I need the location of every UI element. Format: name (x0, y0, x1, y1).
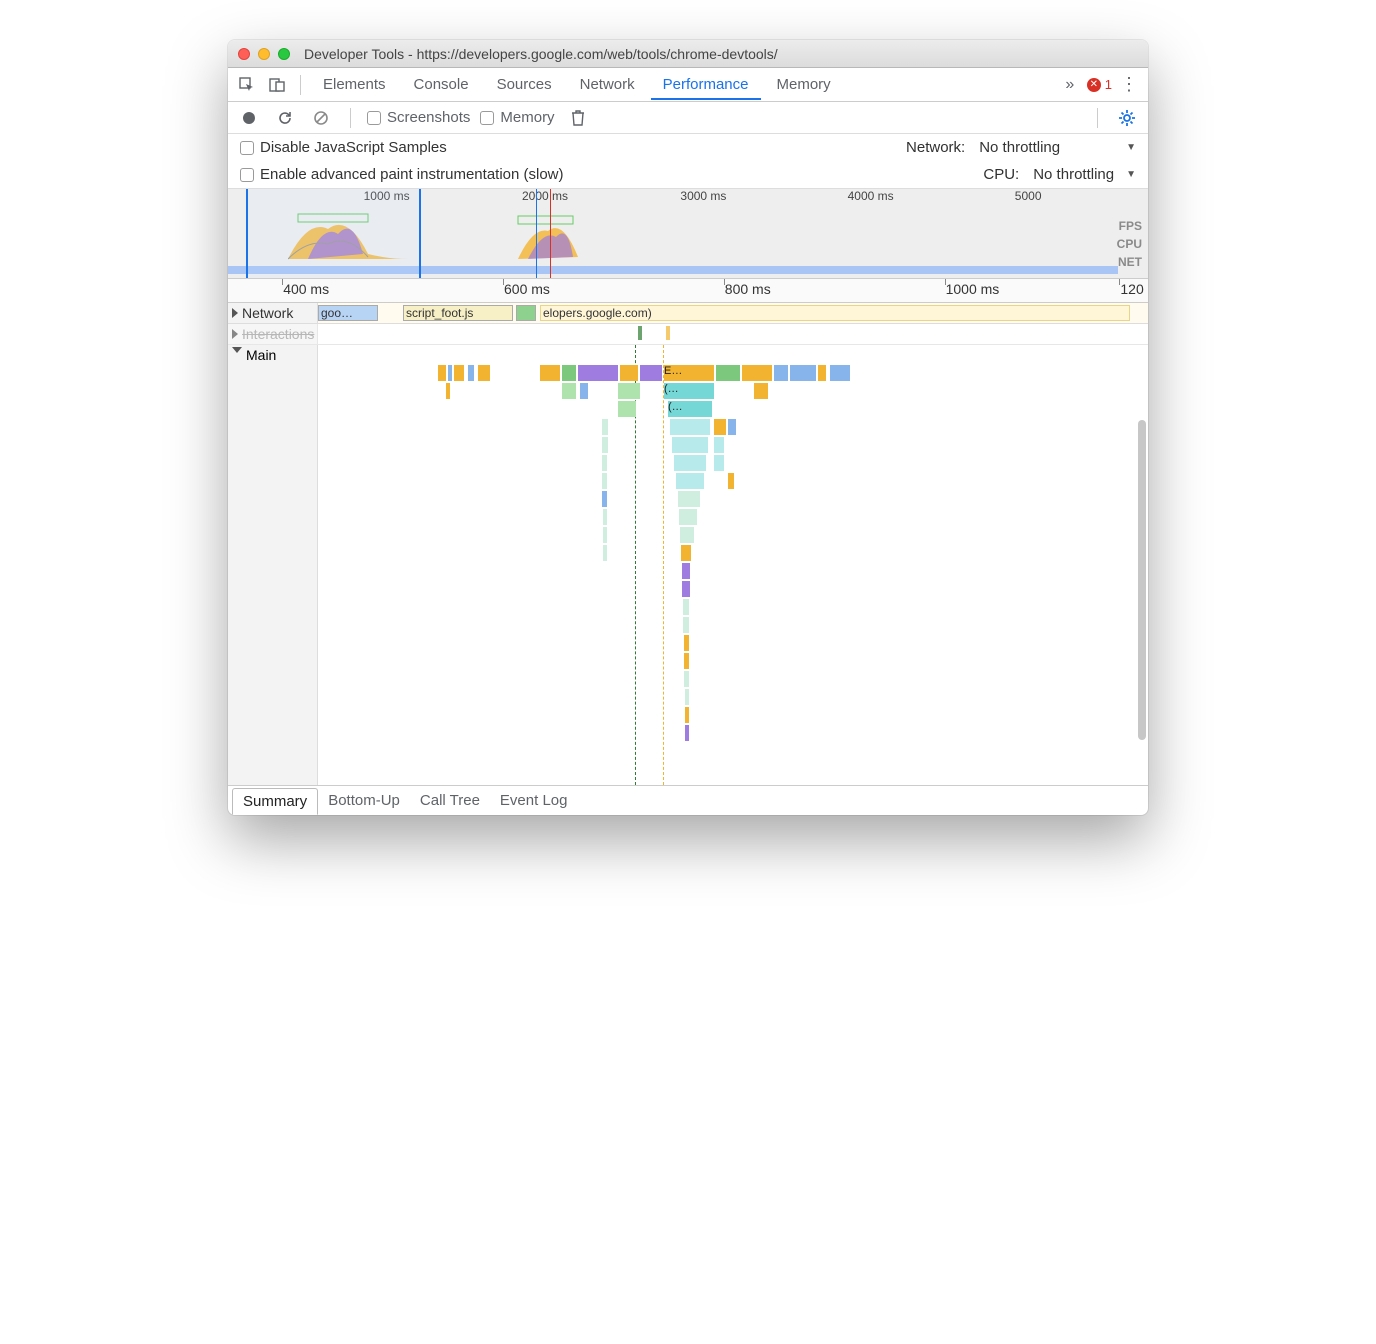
ruler-tick: 800 ms (725, 281, 771, 297)
devtools-window: Developer Tools - https://developers.goo… (228, 40, 1148, 815)
cpu-label: CPU: (983, 166, 1019, 183)
chevron-down-icon: ▼ (1126, 169, 1136, 180)
interaction-marker (666, 326, 670, 340)
bottom-tab-calltree[interactable]: Call Tree (410, 788, 490, 813)
network-item[interactable]: goo… (318, 305, 378, 321)
overview-selection-handle[interactable] (246, 189, 421, 278)
chevron-down-icon (232, 347, 242, 353)
ruler-tick: 400 ms (283, 281, 329, 297)
trash-icon[interactable] (565, 105, 591, 131)
separator (1097, 108, 1098, 128)
traffic-lights (238, 48, 290, 60)
network-track-header[interactable]: Network (228, 303, 318, 323)
network-item[interactable]: script_foot.js (403, 305, 513, 321)
network-label: Network: (906, 139, 965, 156)
overview-marker (550, 189, 551, 278)
error-count: 1 (1105, 77, 1112, 92)
titlebar[interactable]: Developer Tools - https://developers.goo… (228, 40, 1148, 68)
interactions-track-header[interactable]: Interactions (228, 324, 318, 344)
window-title: Developer Tools - https://developers.goo… (304, 46, 1138, 62)
zoom-icon[interactable] (278, 48, 290, 60)
scrollbar[interactable] (1138, 420, 1146, 740)
clear-icon[interactable] (308, 105, 334, 131)
overview-tick: 5000 (1015, 189, 1042, 203)
tabs-overflow-icon[interactable]: » (1057, 72, 1083, 98)
cpu-label: CPU (1117, 235, 1142, 253)
separator (350, 108, 351, 128)
interactions-track-label: Interactions (242, 326, 314, 342)
interaction-marker (638, 326, 642, 340)
disable-js-label: Disable JavaScript Samples (260, 139, 447, 156)
capture-settings-icon[interactable] (1114, 105, 1140, 131)
chevron-right-icon (232, 308, 238, 318)
fps-label: FPS (1117, 217, 1142, 235)
main-track: Main E… (228, 345, 1148, 785)
cpu-value: No throttling (1033, 166, 1114, 183)
capture-settings-panel: Disable JavaScript Samples Network: No t… (228, 134, 1148, 189)
overview-lane-labels: FPS CPU NET (1117, 217, 1142, 271)
error-icon: ✕ (1087, 78, 1101, 92)
error-badge[interactable]: ✕ 1 (1087, 77, 1112, 92)
network-value: No throttling (979, 139, 1060, 156)
memory-checkbox[interactable]: Memory (480, 109, 554, 126)
bottom-tab-eventlog[interactable]: Event Log (490, 788, 578, 813)
kebab-menu-icon[interactable]: ⋮ (1116, 72, 1142, 98)
ruler-tick: 600 ms (504, 281, 550, 297)
tab-performance[interactable]: Performance (651, 70, 761, 100)
network-track-label: Network (242, 305, 293, 321)
flame-slice[interactable]: (… (664, 383, 714, 399)
guide-line (663, 345, 664, 785)
record-toolbar: Screenshots Memory (228, 102, 1148, 134)
interactions-track: Interactions (228, 324, 1148, 345)
record-icon[interactable] (236, 105, 262, 131)
tab-elements[interactable]: Elements (311, 70, 398, 99)
main-track-header[interactable]: Main (228, 345, 318, 785)
network-track-body[interactable]: goo… script_foot.js elopers.google.com) (318, 303, 1148, 323)
chevron-right-icon (232, 329, 238, 339)
separator (300, 75, 301, 95)
overview-panel[interactable]: 1000 ms 2000 ms 3000 ms 4000 ms 5000 FPS… (228, 189, 1148, 279)
chevron-down-icon: ▼ (1126, 142, 1136, 153)
reload-icon[interactable] (272, 105, 298, 131)
timeline-ruler[interactable]: 400 ms 600 ms 800 ms 1000 ms 120 (228, 279, 1148, 303)
overview-marker (536, 189, 537, 278)
net-label: NET (1117, 253, 1142, 271)
ruler-tick: 1000 ms (946, 281, 1000, 297)
bottom-tab-bottomup[interactable]: Bottom-Up (318, 788, 410, 813)
overview-tick: 4000 ms (848, 189, 894, 203)
minimize-icon[interactable] (258, 48, 270, 60)
overview-tick: 2000 ms (522, 189, 568, 203)
network-track: Network goo… script_foot.js elopers.goog… (228, 303, 1148, 324)
flame-slice[interactable]: (… (668, 401, 712, 417)
enable-paint-label: Enable advanced paint instrumentation (s… (260, 166, 564, 183)
enable-paint-checkbox[interactable]: Enable advanced paint instrumentation (s… (240, 166, 564, 183)
overview-tick: 3000 ms (680, 189, 726, 203)
main-tabstrip: Elements Console Sources Network Perform… (228, 68, 1148, 102)
flame-chart[interactable]: E… (… (… (318, 345, 1148, 785)
interactions-track-body[interactable] (318, 324, 1148, 344)
tab-console[interactable]: Console (402, 70, 481, 99)
details-tabstrip: Summary Bottom-Up Call Tree Event Log (228, 785, 1148, 815)
ruler-tick: 120 (1120, 281, 1143, 297)
screenshots-checkbox[interactable]: Screenshots (367, 109, 470, 126)
tab-memory[interactable]: Memory (765, 70, 843, 99)
close-icon[interactable] (238, 48, 250, 60)
bottom-tab-summary[interactable]: Summary (232, 788, 318, 815)
network-item[interactable] (516, 305, 536, 321)
network-throttling-select[interactable]: No throttling ▼ (979, 139, 1136, 156)
network-item[interactable]: elopers.google.com) (540, 305, 1130, 321)
memory-label: Memory (500, 109, 554, 126)
main-track-label: Main (246, 347, 276, 363)
screenshots-label: Screenshots (387, 109, 470, 126)
inspect-icon[interactable] (234, 72, 260, 98)
tab-network[interactable]: Network (568, 70, 647, 99)
cpu-throttling-select[interactable]: No throttling ▼ (1033, 166, 1136, 183)
tab-sources[interactable]: Sources (485, 70, 564, 99)
disable-js-checkbox[interactable]: Disable JavaScript Samples (240, 139, 447, 156)
device-toggle-icon[interactable] (264, 72, 290, 98)
